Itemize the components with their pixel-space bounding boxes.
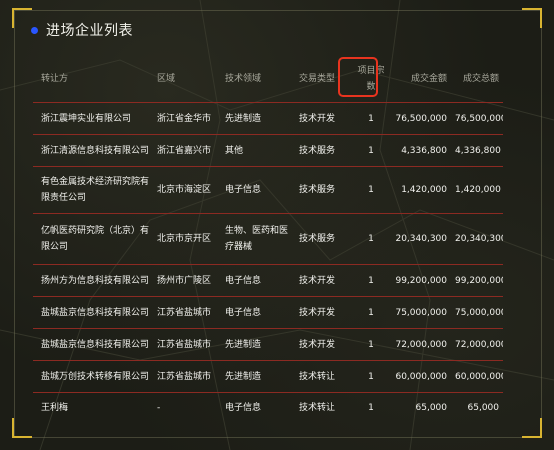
cell-tech-field: 电子信息 <box>225 185 262 195</box>
corner-decoration-bottom-right <box>522 418 542 438</box>
cell-project-count: 1 <box>368 145 374 156</box>
cell-deal-amount: 76,500,000 <box>395 113 447 124</box>
panel-header: 进场企业列表 <box>31 20 133 40</box>
cell-transferor: 盐城盐京信息科技有限公司 <box>41 307 150 318</box>
cell-deal-amount: 1,420,000 <box>401 185 447 195</box>
cell-deal-total: 99,200,000 <box>455 275 503 286</box>
cell-project-count: 1 <box>368 234 374 244</box>
cell-region: - <box>157 403 161 413</box>
cell-project-count: 1 <box>368 339 374 350</box>
cell-deal-total: 20,340,300 <box>455 234 503 244</box>
cell-tech-field: 电子信息 <box>225 403 262 413</box>
cell-transferor: 盐城万创技术转移有限公司 <box>41 371 150 382</box>
cell-deal-amount: 99,200,000 <box>395 275 447 286</box>
cell-tech-field: 先进制造 <box>225 113 262 124</box>
cell-trade-type: 技术转让 <box>299 371 336 382</box>
cell-deal-amount: 65,000 <box>415 403 448 413</box>
cell-trade-type: 技术开发 <box>299 275 336 286</box>
cell-deal-amount: 4,336,800 <box>401 145 447 156</box>
header-deal-total[interactable]: 成交总额 <box>451 71 503 87</box>
enterprise-table[interactable]: 转让方 区域 技术领域 交易类型 项目宗数 成交金额 成交总额 浙江震坤实业有限… <box>33 55 503 415</box>
table-row[interactable]: 盐城盐京信息科技有限公司 江苏省盐城市 先进制造 技术开发 1 72,000,0… <box>33 329 503 361</box>
cell-deal-total: 60,000,000 <box>455 371 503 382</box>
table-header-row: 转让方 区域 技术领域 交易类型 项目宗数 成交金额 成交总额 <box>33 55 503 103</box>
table-row[interactable]: 扬州方为信息科技有限公司 扬州市广陵区 电子信息 技术开发 1 99,200,0… <box>33 265 503 297</box>
cell-deal-total: 75,000,000 <box>455 307 503 318</box>
cell-region: 浙江省嘉兴市 <box>157 145 212 156</box>
cell-deal-amount: 60,000,000 <box>395 371 447 382</box>
cell-deal-total: 72,000,000 <box>455 339 503 350</box>
project-count-highlight-box <box>338 57 378 97</box>
cell-region: 江苏省盐城市 <box>157 307 212 318</box>
cell-trade-type: 技术服务 <box>299 145 336 156</box>
table-row[interactable]: 亿帆医药研究院（北京）有限公司 北京市京开区 生物、医药和医疗器械 技术服务 1… <box>33 214 503 265</box>
cell-tech-field: 先进制造 <box>225 371 262 382</box>
cell-deal-total: 4,336,800 <box>455 145 501 156</box>
cell-tech-field: 先进制造 <box>225 339 262 350</box>
cell-deal-total: 76,500,000 <box>455 113 503 124</box>
cell-deal-amount: 72,000,000 <box>395 339 447 350</box>
cell-trade-type: 技术服务 <box>299 185 336 195</box>
table-row[interactable]: 盐城万创技术转移有限公司 江苏省盐城市 先进制造 技术转让 1 60,000,0… <box>33 361 503 393</box>
cell-deal-amount: 75,000,000 <box>395 307 447 318</box>
cell-region: 扬州市广陵区 <box>157 275 212 286</box>
cell-transferor: 亿帆医药研究院（北京）有限公司 <box>41 226 150 252</box>
header-deal-amount[interactable]: 成交金额 <box>391 71 451 87</box>
cell-region: 浙江省金华市 <box>157 113 212 124</box>
header-region[interactable]: 区域 <box>153 71 221 87</box>
cell-project-count: 1 <box>368 307 374 318</box>
corner-decoration-top-left <box>12 8 32 28</box>
cell-transferor: 扬州方为信息科技有限公司 <box>41 275 150 286</box>
cell-transferor: 王利梅 <box>41 403 69 413</box>
cell-transferor: 有色金属技术经济研究院有限责任公司 <box>41 177 150 203</box>
cell-tech-field: 其他 <box>225 145 244 156</box>
cell-trade-type: 技术开发 <box>299 307 336 318</box>
header-transferor[interactable]: 转让方 <box>33 71 153 87</box>
cell-deal-total: 1,420,000 <box>455 185 501 195</box>
cell-project-count: 1 <box>368 275 374 286</box>
corner-decoration-top-right <box>522 8 542 28</box>
corner-decoration-bottom-left <box>12 418 32 438</box>
table-row[interactable]: 王利梅 - 电子信息 技术转让 1 65,000 65,000 <box>33 393 503 415</box>
cell-region: 北京市海淀区 <box>157 185 212 195</box>
cell-deal-total: 65,000 <box>467 403 500 413</box>
cell-trade-type: 技术开发 <box>299 339 336 350</box>
table-row[interactable]: 盐城盐京信息科技有限公司 江苏省盐城市 电子信息 技术开发 1 75,000,0… <box>33 297 503 329</box>
cell-transferor: 浙江清源信息科技有限公司 <box>41 145 150 156</box>
cell-transferor: 盐城盐京信息科技有限公司 <box>41 339 150 350</box>
cell-region: 江苏省盐城市 <box>157 371 212 382</box>
cell-tech-field: 电子信息 <box>225 275 262 286</box>
cell-trade-type: 技术开发 <box>299 113 336 124</box>
cell-project-count: 1 <box>368 113 374 124</box>
cell-tech-field: 电子信息 <box>225 307 262 318</box>
cell-trade-type: 技术服务 <box>299 234 336 244</box>
cell-region: 江苏省盐城市 <box>157 339 212 350</box>
cell-trade-type: 技术转让 <box>299 403 336 413</box>
cell-transferor: 浙江震坤实业有限公司 <box>41 113 132 124</box>
title-bullet-icon <box>31 26 38 34</box>
cell-project-count: 1 <box>368 403 374 413</box>
cell-project-count: 1 <box>368 185 374 195</box>
cell-region: 北京市京开区 <box>157 234 212 244</box>
table-row[interactable]: 浙江清源信息科技有限公司 浙江省嘉兴市 其他 技术服务 1 4,336,800 … <box>33 135 503 167</box>
cell-deal-amount: 20,340,300 <box>395 234 447 244</box>
panel-title: 进场企业列表 <box>46 23 133 39</box>
table-row[interactable]: 浙江震坤实业有限公司 浙江省金华市 先进制造 技术开发 1 76,500,000… <box>33 103 503 135</box>
cell-tech-field: 生物、医药和医疗器械 <box>225 226 289 252</box>
table-row[interactable]: 有色金属技术经济研究院有限责任公司 北京市海淀区 电子信息 技术服务 1 1,4… <box>33 167 503 214</box>
header-tech-field[interactable]: 技术领域 <box>221 71 295 87</box>
cell-project-count: 1 <box>368 371 374 382</box>
